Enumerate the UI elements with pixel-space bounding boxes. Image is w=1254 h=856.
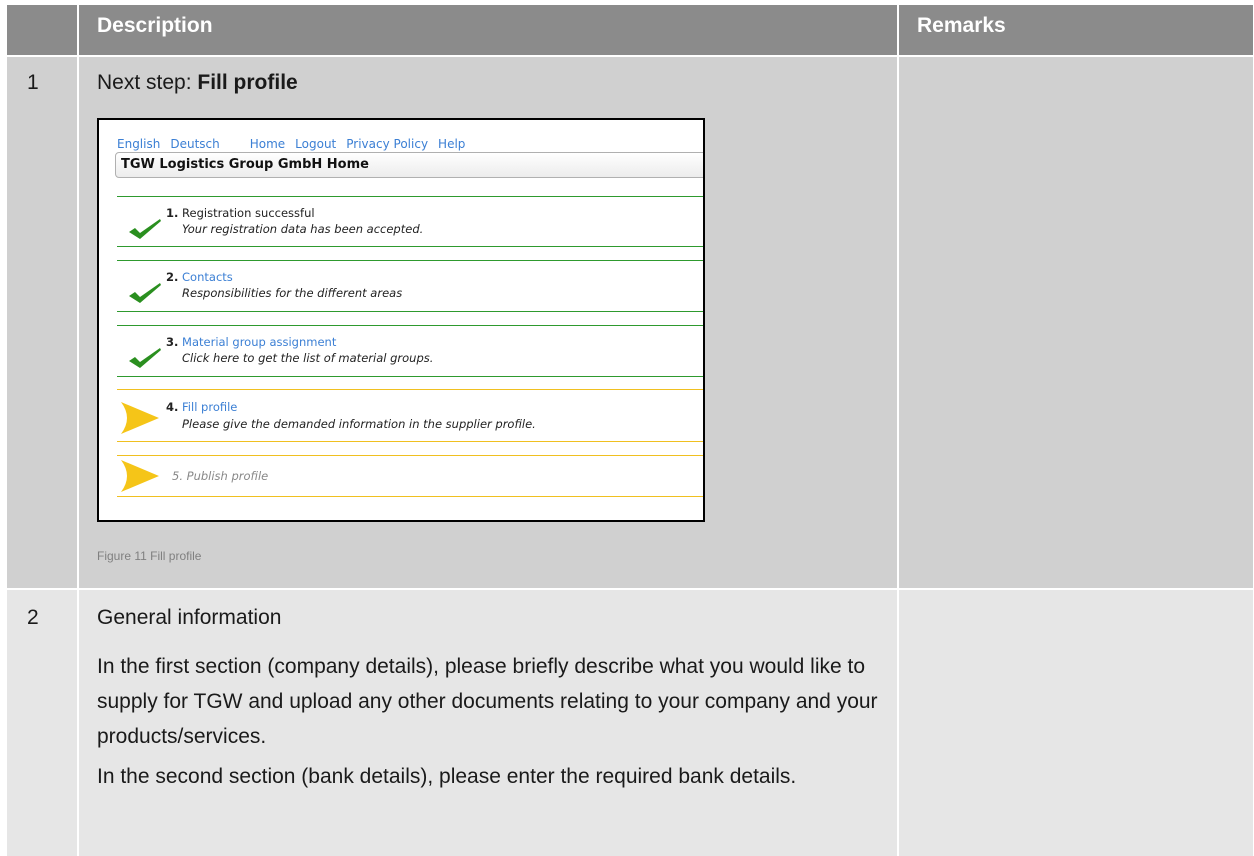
- column-header-remarks: Remarks: [917, 14, 1006, 37]
- step-divider: [117, 196, 703, 197]
- checkmark-icon: [129, 348, 161, 368]
- step-4-desc: Please give the demanded information in …: [182, 417, 536, 431]
- paragraph: In the first section (company details), …: [97, 655, 878, 748]
- paragraph: In the second section (bank details), pl…: [97, 765, 797, 788]
- step-title-bold: Fill profile: [197, 71, 298, 94]
- step-5-label: 5. Publish profile: [172, 469, 269, 483]
- row-number: 1: [27, 71, 39, 94]
- nav-link-logout[interactable]: Logout: [295, 137, 336, 151]
- step-1-desc: Your registration data has been accepted…: [182, 222, 424, 236]
- figure-caption: Figure 11 Fill profile: [97, 549, 202, 563]
- section-heading: General information: [97, 606, 282, 629]
- step-divider: [117, 246, 703, 247]
- row-divider: [7, 588, 1253, 590]
- column-divider: [77, 5, 79, 856]
- screenshot-nav: English Deutsch Home Logout Privacy Policy He…: [117, 137, 475, 151]
- nav-link-english[interactable]: English: [117, 137, 160, 151]
- column-header-description: Description: [97, 14, 213, 37]
- step-divider: [117, 311, 703, 312]
- column-divider: [897, 5, 899, 856]
- step-divider: [117, 496, 703, 497]
- step-divider: [117, 325, 703, 326]
- step-3-desc: Click here to get the list of material g…: [182, 351, 434, 365]
- screenshot-page-title: TGW Logistics Group GmbH Home: [115, 152, 703, 178]
- step-divider: [117, 389, 703, 390]
- step-title: Next step: Fill profile: [97, 71, 298, 95]
- step-2-label[interactable]: 2. Contacts: [166, 270, 233, 284]
- embedded-screenshot: English Deutsch Home Logout Privacy Policy He…: [97, 118, 705, 522]
- nav-link-deutsch[interactable]: Deutsch: [170, 137, 219, 151]
- step-divider: [117, 441, 703, 442]
- step-4-label[interactable]: 4. Fill profile: [166, 400, 237, 414]
- arrow-right-icon: [121, 460, 159, 492]
- step-divider: [117, 376, 703, 377]
- row-number: 2: [27, 606, 39, 629]
- step-divider: [117, 260, 703, 261]
- step-3-label[interactable]: 3. Material group assignment: [166, 335, 336, 349]
- nav-link-privacy-policy[interactable]: Privacy Policy: [346, 137, 428, 151]
- nav-link-home[interactable]: Home: [250, 137, 285, 151]
- row-divider: [7, 55, 1253, 57]
- nav-link-help[interactable]: Help: [438, 137, 465, 151]
- checkmark-icon: [129, 283, 161, 303]
- checkmark-icon: [129, 219, 161, 239]
- step-1-label: 1. Registration successful: [166, 206, 315, 220]
- arrow-right-icon: [121, 402, 159, 434]
- step-title-prefix: Next step:: [97, 71, 198, 94]
- step-2-desc: Responsibilities for the different areas: [182, 286, 403, 300]
- step-divider: [117, 455, 703, 456]
